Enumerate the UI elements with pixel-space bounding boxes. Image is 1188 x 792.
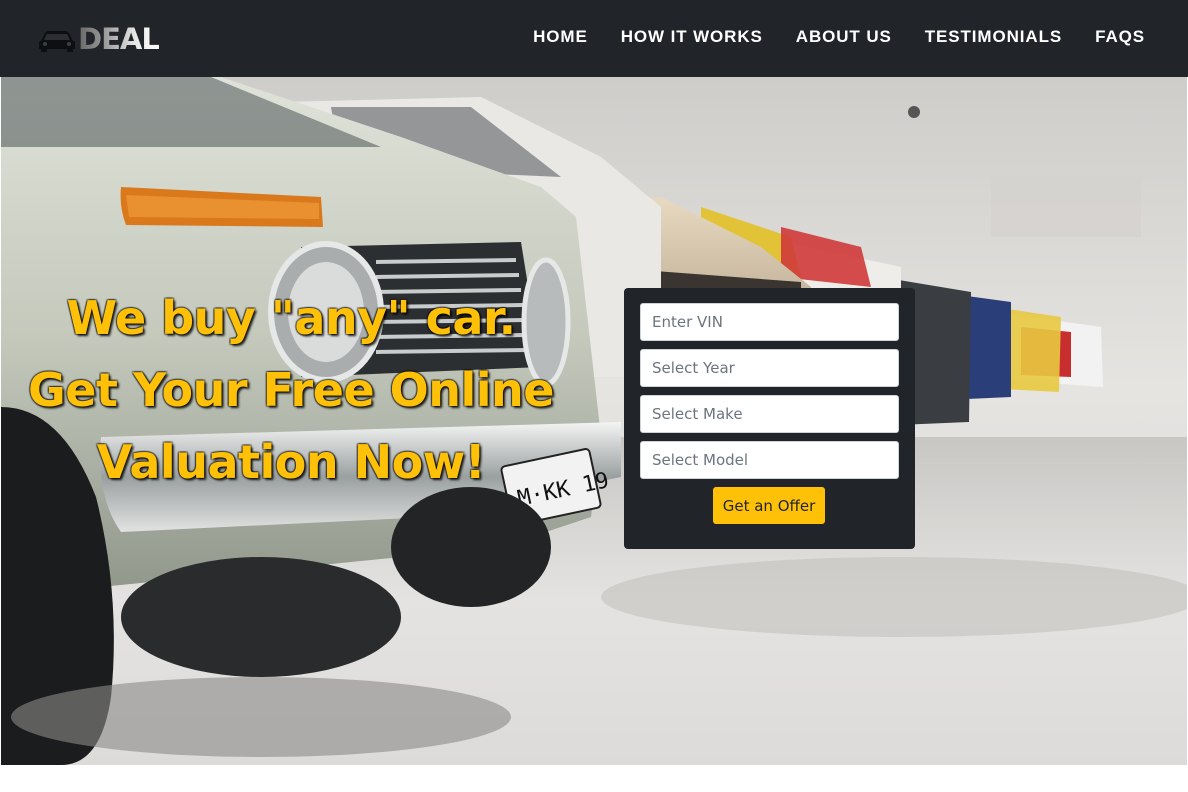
- model-select[interactable]: [640, 441, 899, 479]
- brand-logo[interactable]: DEAL: [38, 24, 160, 54]
- valuation-form: Get an Offer: [624, 288, 915, 549]
- nav-about-us[interactable]: ABOUT US: [796, 26, 892, 48]
- nav-home[interactable]: HOME: [533, 26, 588, 48]
- get-offer-button[interactable]: Get an Offer: [713, 487, 825, 524]
- nav-how-it-works[interactable]: HOW IT WORKS: [621, 26, 763, 48]
- hero-section: M·KK 19 We buy "any" car. Get Your Free …: [1, 77, 1187, 765]
- nav-faqs[interactable]: FAQS: [1095, 26, 1145, 48]
- navbar: DEAL HOME HOW IT WORKS ABOUT US TESTIMON…: [0, 0, 1188, 77]
- hero-headline: We buy "any" car. Get Your Free Online V…: [1, 282, 581, 498]
- make-select[interactable]: [640, 395, 899, 433]
- headline-line-3: Valuation Now!: [96, 435, 486, 489]
- nav-testimonials[interactable]: TESTIMONIALS: [925, 26, 1062, 48]
- year-select[interactable]: [640, 349, 899, 387]
- headline-line-1: We buy "any" car.: [66, 291, 516, 345]
- main-nav: HOME HOW IT WORKS ABOUT US TESTIMONIALS …: [500, 26, 1145, 48]
- car-icon: [39, 31, 75, 52]
- vin-input[interactable]: [640, 303, 899, 341]
- headline-line-2: Get Your Free Online: [27, 363, 555, 417]
